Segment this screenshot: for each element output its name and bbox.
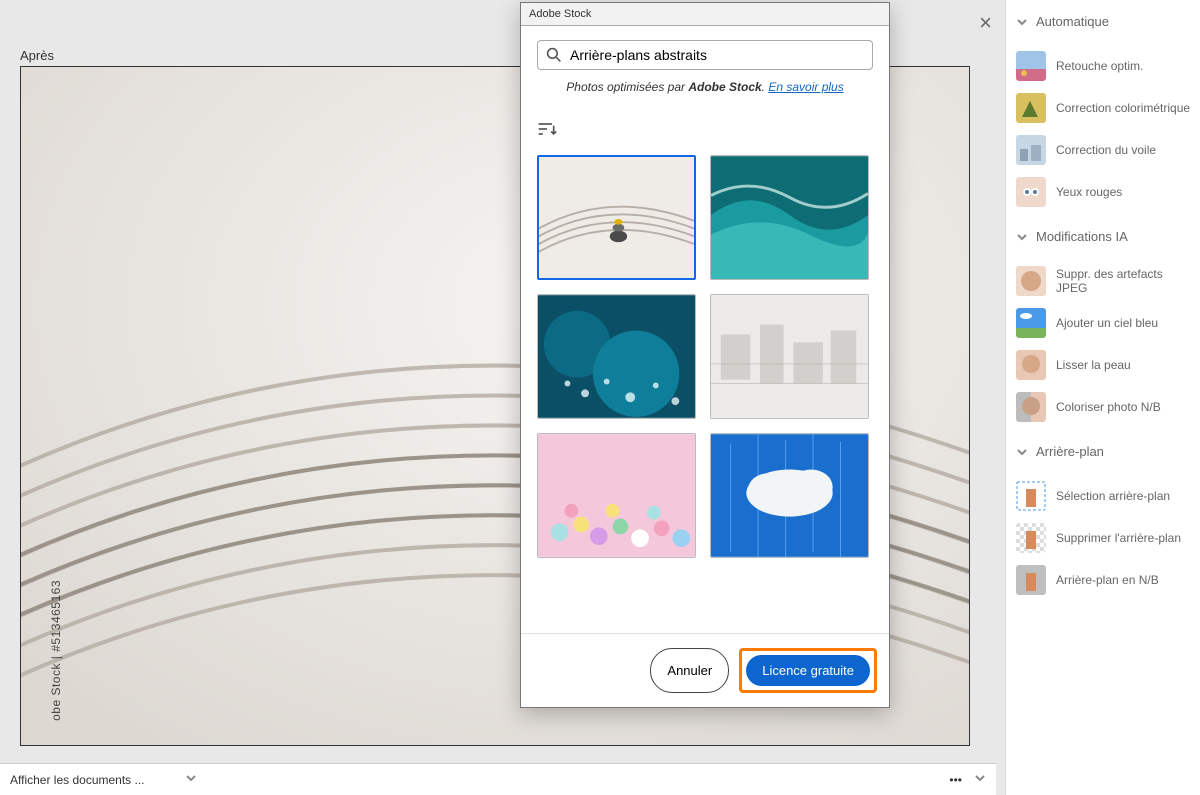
result-thumb[interactable] [537, 294, 696, 419]
rp-item-select-bg[interactable]: Sélection arrière-plan [1014, 475, 1196, 517]
license-button[interactable]: Licence gratuite [746, 655, 870, 686]
rp-item-retouche[interactable]: Retouche optim. [1014, 45, 1196, 87]
result-thumb[interactable] [710, 155, 869, 280]
sort-button[interactable] [537, 120, 873, 143]
results-grid [537, 155, 873, 558]
result-thumb[interactable] [710, 433, 869, 558]
rp-item-colorize[interactable]: Coloriser photo N/B [1014, 386, 1196, 428]
section-bg[interactable]: Arrière-plan [1014, 438, 1196, 465]
result-thumb[interactable] [537, 155, 696, 280]
cancel-button[interactable]: Annuler [650, 648, 729, 693]
rp-item-jpeg[interactable]: Suppr. des artefacts JPEG [1014, 260, 1196, 302]
rp-item-redeye[interactable]: Yeux rouges [1014, 171, 1196, 213]
rp-item-skin[interactable]: Lisser la peau [1014, 344, 1196, 386]
modal-actions: Annuler Licence gratuite [521, 633, 889, 707]
result-thumb[interactable] [537, 433, 696, 558]
rp-item-remove-bg[interactable]: Supprimer l'arrière-plan [1014, 517, 1196, 559]
license-highlight: Licence gratuite [739, 648, 877, 693]
more-icon[interactable]: ••• [949, 773, 962, 787]
rp-item-sky[interactable]: Ajouter un ciel bleu [1014, 302, 1196, 344]
result-thumb[interactable] [710, 294, 869, 419]
chevron-down-icon [1016, 16, 1028, 28]
stock-watermark: obe Stock | #513465163 [49, 580, 63, 721]
search-field[interactable] [537, 40, 873, 70]
documents-label[interactable]: Afficher les documents ... [10, 773, 145, 787]
search-input[interactable] [570, 47, 864, 63]
stock-credit: Photos optimisées par Adobe Stock. En sa… [537, 80, 873, 94]
chevron-down-icon [1016, 231, 1028, 243]
section-auto[interactable]: Automatique [1014, 8, 1196, 35]
close-icon[interactable]: × [979, 10, 992, 36]
rp-item-bw-bg[interactable]: Arrière-plan en N/B [1014, 559, 1196, 601]
chevron-down-icon[interactable] [974, 772, 986, 787]
chevron-down-icon [1016, 446, 1028, 458]
search-icon [546, 47, 562, 63]
section-ia[interactable]: Modifications IA [1014, 223, 1196, 250]
adobe-stock-modal: Adobe Stock Photos optimisées par Adobe … [520, 2, 890, 708]
documents-bar: Afficher les documents ... ••• [0, 763, 996, 795]
rp-item-haze[interactable]: Correction du voile [1014, 129, 1196, 171]
sort-icon [537, 120, 557, 138]
modal-title: Adobe Stock [521, 3, 889, 26]
right-panel: Automatique Retouche optim. Correction c… [1005, 0, 1200, 795]
preview-label: Après [20, 48, 54, 63]
rp-item-color[interactable]: Correction colorimétrique [1014, 87, 1196, 129]
learn-more-link[interactable]: En savoir plus [768, 80, 843, 94]
chevron-down-icon[interactable] [185, 772, 197, 787]
